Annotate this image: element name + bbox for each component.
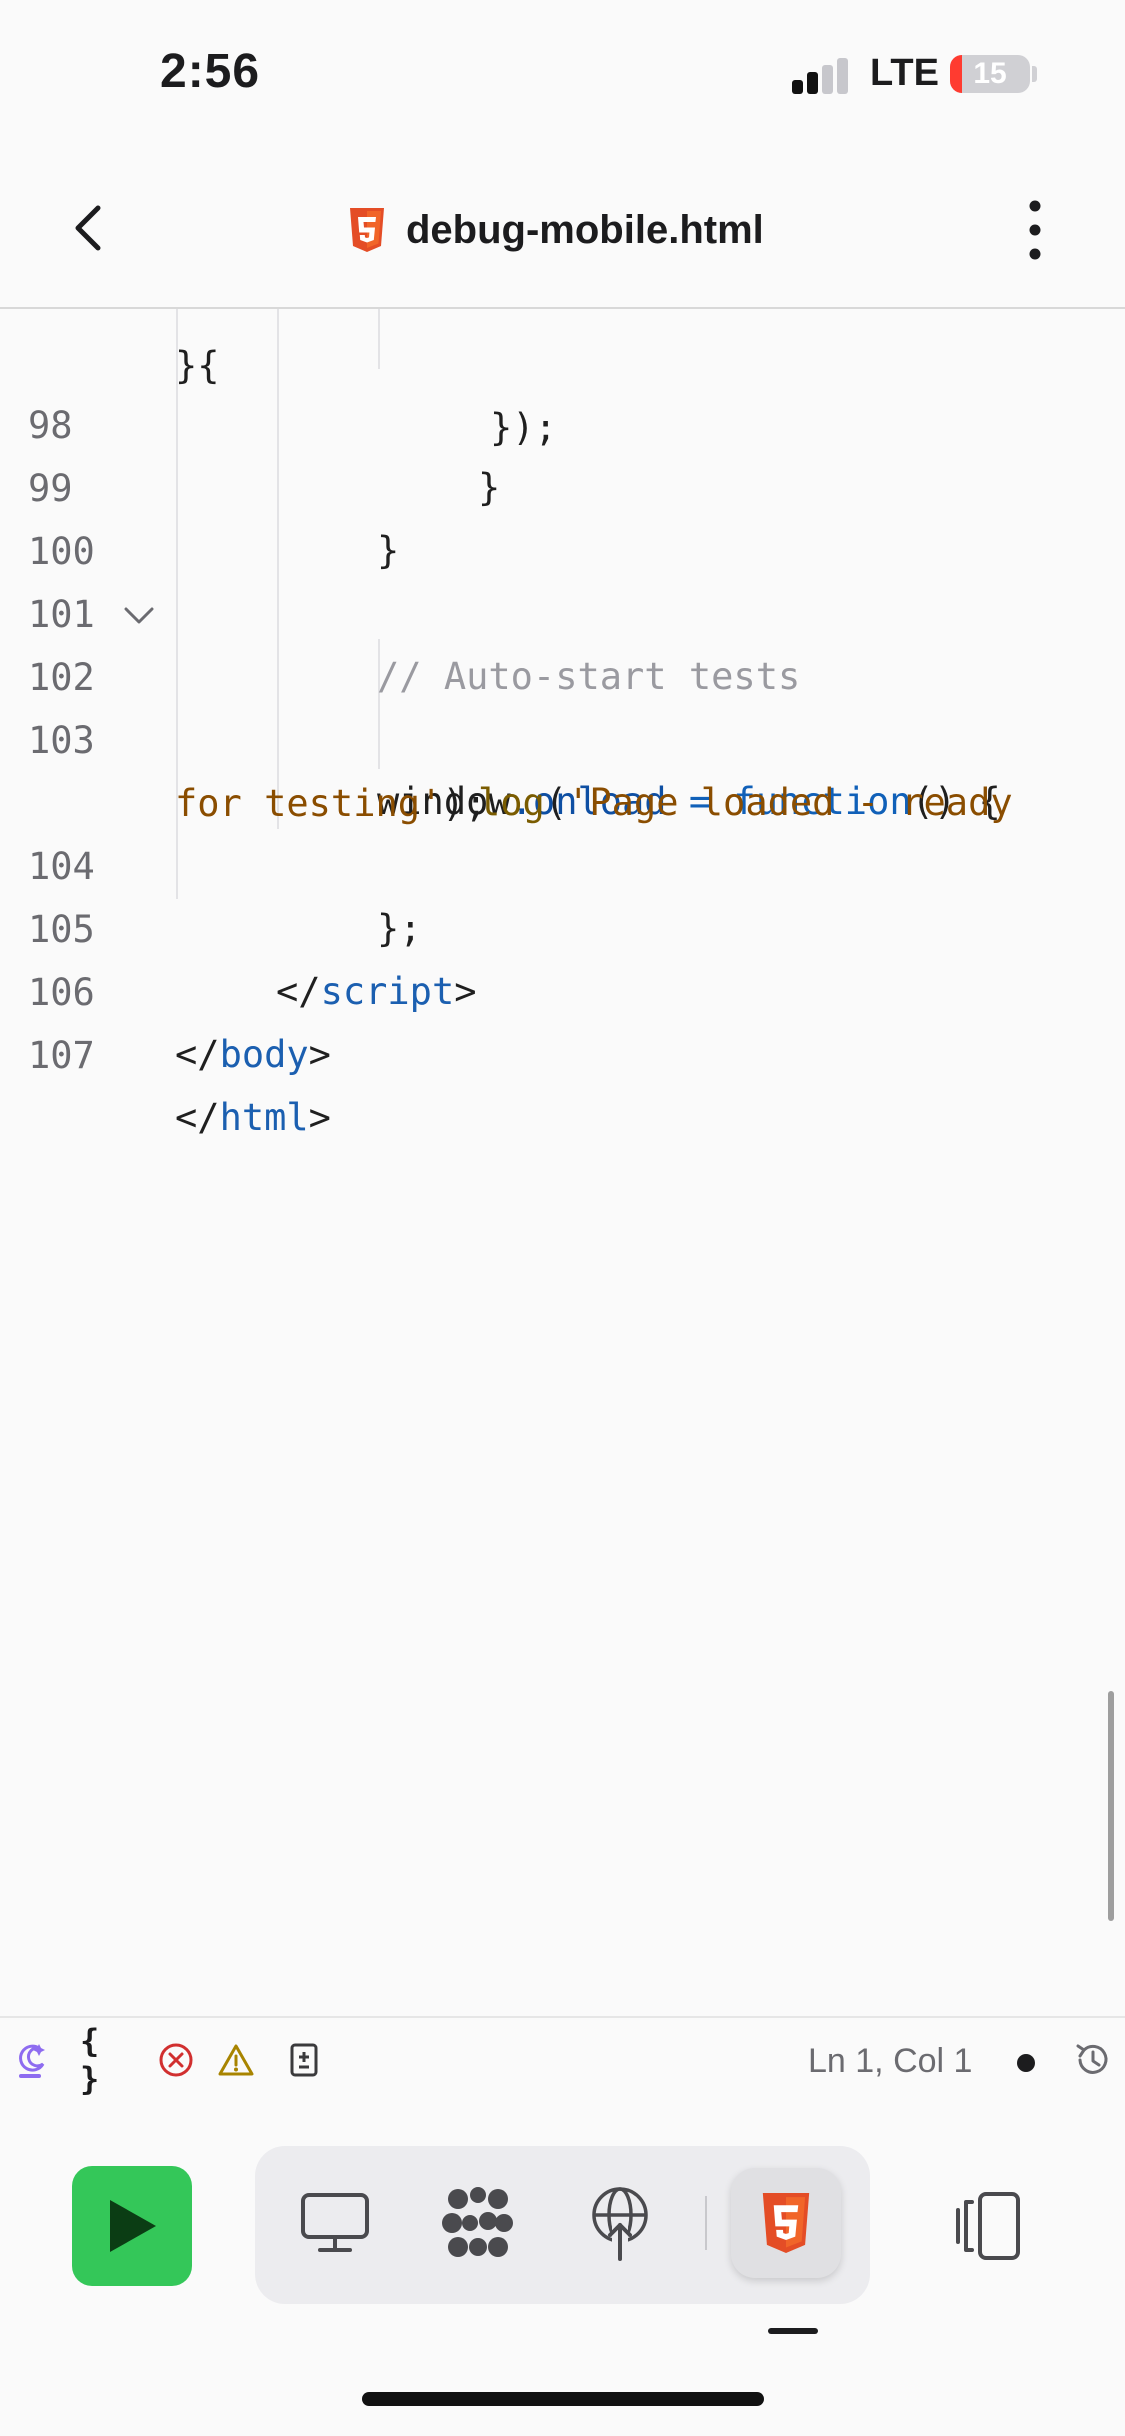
- code-text: </body>: [175, 1033, 331, 1076]
- tab-separator: [705, 2196, 707, 2250]
- file-name: debug-mobile.html: [406, 207, 764, 252]
- tab-network[interactable]: [565, 2168, 675, 2278]
- warning-icon: [218, 2044, 254, 2076]
- home-indicator[interactable]: [362, 2392, 764, 2406]
- vertical-ellipsis-icon: [1029, 200, 1041, 260]
- tab-components[interactable]: [423, 2168, 533, 2278]
- ai-assist-icon: [19, 2044, 45, 2078]
- split-layout-icon: [956, 2192, 1020, 2260]
- active-tab-indicator: [768, 2328, 818, 2334]
- file-title[interactable]: debug-mobile.html: [348, 202, 764, 258]
- code-text: </html>: [175, 1096, 331, 1139]
- battery-level: 15: [973, 57, 1007, 90]
- errors-button[interactable]: [156, 2038, 196, 2082]
- code-line: 98 }: [0, 333, 1125, 509]
- unsaved-dot-icon: [1017, 2054, 1035, 2072]
- signal-strength-icon: [792, 58, 850, 94]
- diff-button[interactable]: [284, 2038, 324, 2082]
- view-tab-group: [255, 2146, 870, 2304]
- editor-header: debug-mobile.html: [0, 150, 1125, 309]
- tab-desktop-preview[interactable]: [280, 2168, 390, 2278]
- cursor-position[interactable]: Ln 1, Col 1: [808, 2042, 972, 2081]
- desktop-preview-icon: [301, 2193, 369, 2252]
- code-line: 105 </script>: [0, 837, 1125, 1013]
- battery-icon: 15: [950, 55, 1030, 93]
- status-time: 2:56: [160, 45, 261, 98]
- code-editor[interactable]: }{ }); 98 } 99 } 100 101 // Auto-start t…: [0, 309, 1125, 2014]
- tab-html-source[interactable]: [731, 2168, 841, 2278]
- format-braces-button[interactable]: { }: [80, 2022, 130, 2098]
- network-icon: [592, 2187, 648, 2261]
- code-line: 101 // Auto-start tests: [0, 522, 1125, 698]
- history-button[interactable]: [1070, 2038, 1114, 2082]
- multi-dot-icon: [442, 2187, 513, 2257]
- split-layout-button[interactable]: [950, 2186, 1030, 2266]
- code-line: 103 log('Page loaded - ready: [0, 648, 1125, 824]
- ai-assist-button[interactable]: [12, 2038, 52, 2082]
- fold-chevron-icon[interactable]: [122, 603, 156, 629]
- status-bar: 2:56 LTE 15: [0, 0, 1125, 150]
- diff-icon: [290, 2043, 318, 2077]
- network-type: LTE: [870, 52, 939, 94]
- history-icon: [1076, 2044, 1108, 2074]
- back-button[interactable]: [58, 198, 118, 258]
- code-line: 99 }: [0, 396, 1125, 572]
- code-line: 107 </html>: [0, 963, 1125, 1139]
- html5-icon: [762, 2193, 810, 2253]
- more-options-button[interactable]: [1010, 198, 1060, 262]
- bottom-toolbar: [0, 2104, 1125, 2436]
- error-icon: [159, 2043, 193, 2077]
- html5-icon: [350, 208, 384, 252]
- code-line: 104 };: [0, 774, 1125, 950]
- code-line: 100: [0, 459, 1125, 573]
- code-line-partial: }{ });: [175, 344, 557, 449]
- code-line: 106 </body>: [0, 900, 1125, 1076]
- battery-tip: [1032, 66, 1037, 82]
- scrollbar-thumb[interactable]: [1108, 1691, 1114, 1921]
- warnings-button[interactable]: [216, 2038, 256, 2082]
- code-line-wrapped: for testing');: [0, 711, 1125, 825]
- line-number: 107: [28, 1034, 95, 1077]
- chevron-left-icon: [75, 205, 101, 251]
- code-line: 102 window.onload = function() {: [0, 585, 1125, 823]
- editor-status-row: { } Ln 1, Col 1: [0, 2016, 1125, 2106]
- run-button[interactable]: [72, 2166, 192, 2286]
- run-icon: [110, 2200, 156, 2252]
